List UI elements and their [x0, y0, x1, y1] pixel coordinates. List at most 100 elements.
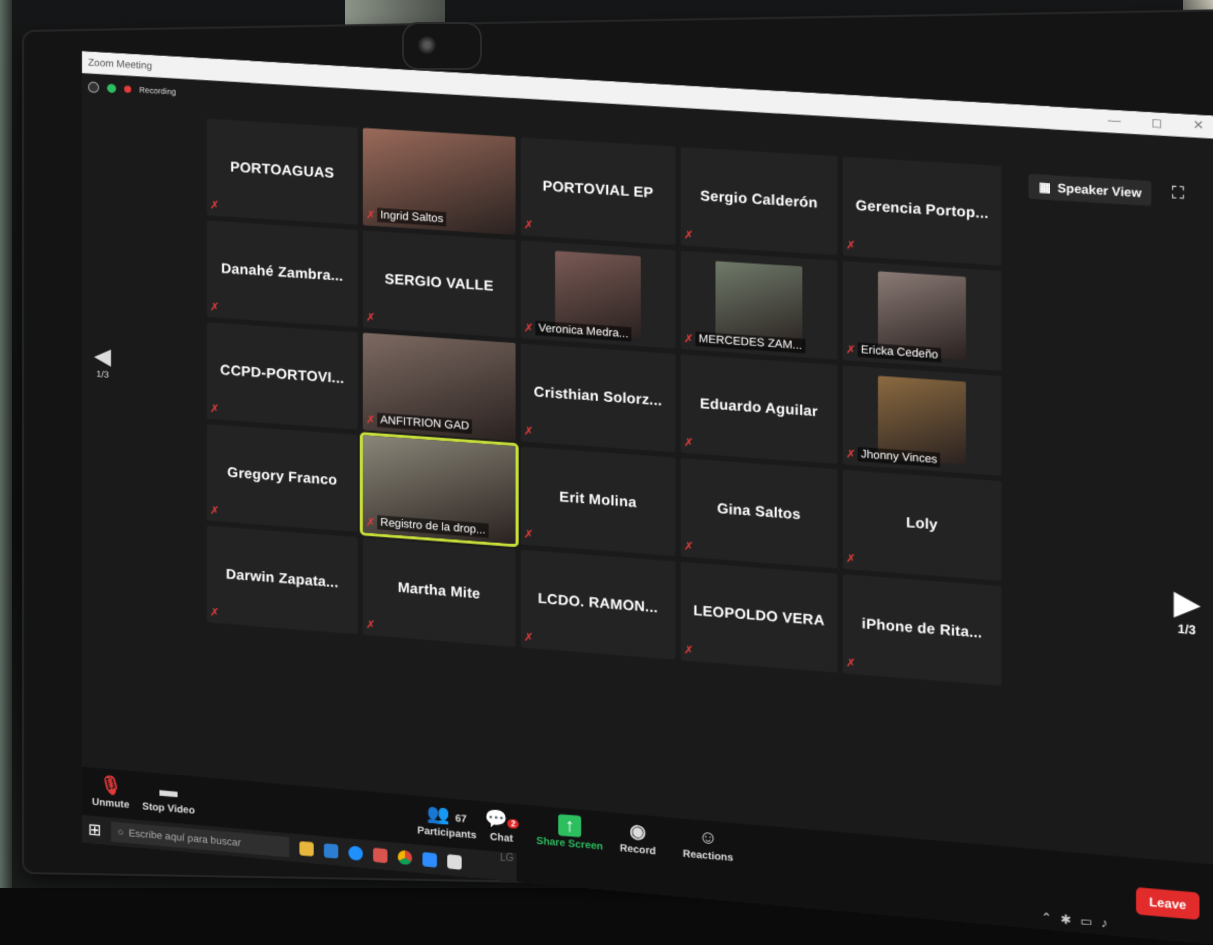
muted-microphone-icon: ✗ [845, 448, 856, 462]
muted-microphone-icon: ✗ [209, 301, 220, 314]
participant-name: iPhone de Rita... [861, 615, 983, 642]
wall-left [0, 0, 12, 888]
unmute-button[interactable]: 🎙 Unmute [92, 774, 129, 811]
participant-name: Gerencia Portop... [855, 196, 989, 222]
zoom-window: Zoom Meeting — ◻ ✕ Recording ▦ Speaker V… [81, 51, 1213, 945]
participant-tile[interactable]: Eduardo Aguilar ✗ [680, 354, 838, 465]
speaker-view-label: Speaker View [1057, 180, 1142, 201]
fullscreen-icon[interactable]: ⛶ [1172, 184, 1184, 204]
participant-name: Darwin Zapata... [225, 565, 339, 591]
edge-icon[interactable] [348, 845, 364, 862]
record-icon: ◉ [629, 820, 647, 843]
powerpoint-icon[interactable] [373, 847, 388, 864]
muted-microphone-icon: ✗ [845, 656, 856, 671]
participant-name: Erit Molina [559, 488, 637, 511]
reactions-button[interactable]: ☺ Reactions [683, 825, 733, 864]
search-icon: ○ [117, 826, 124, 839]
muted-microphone-icon: ✗ [523, 219, 534, 232]
muted-microphone-icon: ✗ [365, 516, 376, 530]
participant-tile[interactable]: ANFITRION GAD ✗ [362, 332, 516, 441]
chevron-up-icon[interactable]: ⌃ [1041, 910, 1052, 926]
participant-name: Eduardo Aguilar [699, 395, 818, 420]
recording-label: Recording [139, 85, 177, 97]
zoom-icon[interactable] [422, 852, 438, 868]
participants-button[interactable]: 👥 67 Participants [417, 802, 476, 842]
participant-tile[interactable]: Gregory Franco ✗ [206, 423, 358, 533]
muted-microphone-icon: ✗ [209, 504, 220, 518]
bluetooth-icon[interactable]: ✱ [1061, 912, 1072, 928]
record-button[interactable]: ◉ Record [620, 819, 656, 857]
volume-icon[interactable]: ♪ [1101, 915, 1108, 930]
participant-tile[interactable]: LCDO. RAMON... ✗ [520, 549, 676, 660]
participant-name: PORTOAGUAS [230, 158, 335, 182]
share-screen-button[interactable]: ↑ Share Screen [536, 812, 603, 853]
chat-button[interactable]: 💬 2 Chat [484, 808, 519, 846]
participant-name: Martha Mite [397, 579, 481, 602]
participant-tile[interactable]: LEOPOLDO VERA ✗ [680, 561, 838, 673]
chat-icon: 💬 2 [484, 808, 519, 832]
info-icon[interactable] [88, 81, 100, 94]
participant-tile[interactable]: SERGIO VALLE ✗ [362, 230, 516, 338]
muted-microphone-icon: ✗ [683, 229, 694, 243]
participant-tile[interactable]: PORTOVIAL EP ✗ [520, 137, 676, 246]
muted-microphone-icon: ✗ [209, 606, 220, 620]
participant-tile[interactable]: Ingrid Saltos ✗ [362, 127, 516, 235]
participant-tile[interactable]: Darwin Zapata... ✗ [206, 525, 358, 635]
participant-tile[interactable]: Erit Molina ✗ [520, 446, 676, 557]
page-indicator-left: 1/3 [96, 368, 109, 380]
participants-count: 67 [455, 813, 467, 826]
participant-tile[interactable]: Gina Saltos ✗ [680, 457, 838, 569]
gallery-grid: PORTOAGUAS ✗ Ingrid Saltos ✗ PORTOVIAL EP ✗ Se… [206, 118, 1002, 686]
participant-tile[interactable]: iPhone de Rita... ✗ [842, 574, 1002, 686]
muted-microphone-icon: ✗ [523, 322, 534, 336]
camera-icon: ▬ [159, 779, 178, 802]
participant-tile[interactable]: CCPD-PORTOVI... ✗ [206, 322, 358, 430]
previous-page-button[interactable]: ◀ 1/3 [94, 343, 111, 380]
shield-icon[interactable] [107, 83, 117, 94]
chrome-icon[interactable] [398, 849, 413, 866]
grid-icon: ▦ [1038, 179, 1052, 195]
muted-microphone-icon: ✗ [845, 552, 856, 566]
muted-microphone-icon: ✗ [209, 199, 220, 213]
leave-button[interactable]: Leave [1136, 887, 1200, 920]
participant-tile[interactable]: Gerencia Portop... ✗ [842, 156, 1002, 266]
webcam [404, 24, 480, 68]
participant-name: CCPD-PORTOVI... [220, 361, 345, 387]
monitor: Zoom Meeting — ◻ ✕ Recording ▦ Speaker V… [24, 10, 1213, 945]
participant-name: Gregory Franco [227, 464, 338, 489]
muted-microphone-icon: ✗ [523, 425, 534, 439]
next-page-button[interactable]: ▶ 1/3 [1174, 585, 1199, 638]
participants-label: Participants [417, 825, 477, 842]
maximize-button[interactable]: ◻ [1151, 115, 1162, 130]
participant-tile[interactable]: Danahé Zambra... ✗ [206, 220, 358, 328]
minimize-button[interactable]: — [1108, 113, 1121, 128]
chat-label: Chat [489, 831, 514, 845]
file-explorer-icon[interactable] [299, 841, 315, 857]
participant-tile[interactable]: Veronica Medra... ✗ [520, 240, 676, 349]
participant-tile[interactable]: Sergio Calderón ✗ [680, 146, 838, 256]
participant-tile[interactable]: Ericka Cedeño ✗ [842, 260, 1002, 371]
participant-tile[interactable]: PORTOAGUAS ✗ [206, 118, 358, 225]
network-icon[interactable]: ▭ [1080, 913, 1092, 929]
participant-tile[interactable]: Cristhian Solorz... ✗ [520, 343, 676, 453]
participant-tile[interactable]: Martha Mite ✗ [362, 537, 516, 648]
participant-tile[interactable]: MERCEDES ZAM... ✗ [680, 250, 838, 360]
muted-microphone-icon: ✗ [365, 618, 376, 632]
close-button[interactable]: ✕ [1193, 117, 1204, 132]
participant-name: Loly [906, 513, 938, 533]
clapperboard-icon[interactable] [447, 854, 463, 870]
unmute-label: Unmute [92, 796, 130, 812]
stop-video-button[interactable]: ▬ Stop Video [142, 778, 195, 816]
store-icon[interactable] [324, 843, 339, 859]
speaker-view-button[interactable]: ▦ Speaker View [1029, 173, 1152, 207]
muted-microphone-icon: ✗ [845, 343, 856, 357]
participant-name: Gina Saltos [716, 500, 801, 523]
windows-start-icon[interactable]: ⊞ [88, 819, 101, 840]
muted-microphone-icon: ✗ [209, 402, 220, 416]
participant-tile[interactable]: Jhonny Vinces ✗ [842, 365, 1002, 476]
participant-name: Danahé Zambra... [221, 259, 344, 285]
participant-tile[interactable]: Loly ✗ [842, 469, 1002, 581]
page-indicator: 1/3 [1177, 621, 1196, 638]
arrow-left-icon: ◀ [94, 342, 112, 369]
participant-tile[interactable]: Registro de la drop... ✗ [359, 431, 519, 548]
